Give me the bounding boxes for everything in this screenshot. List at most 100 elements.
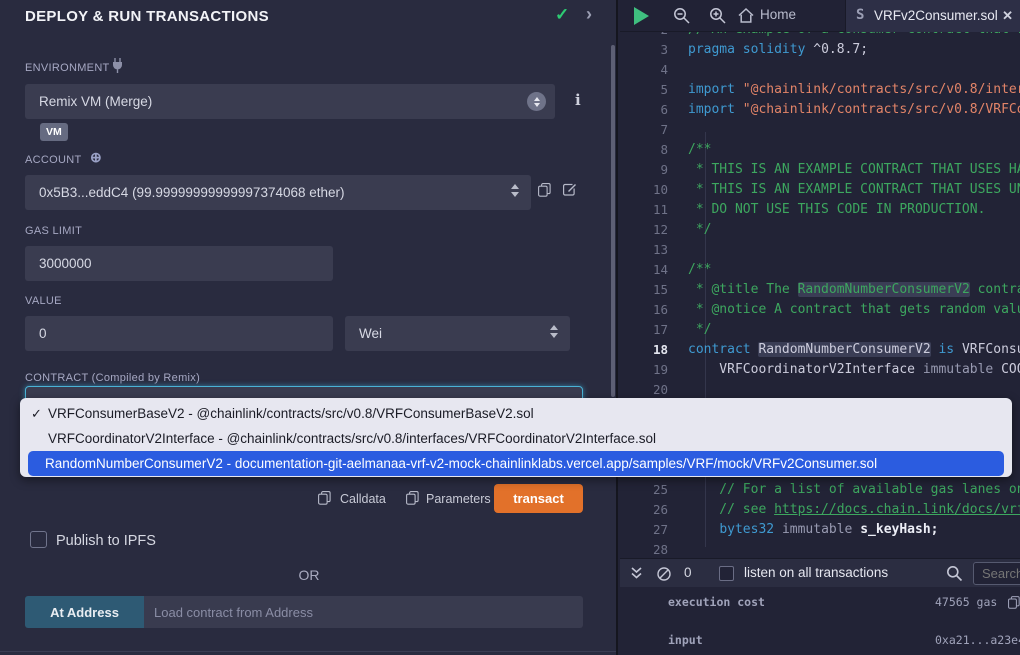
- code-line[interactable]: 17 */: [620, 320, 1020, 340]
- terminal-row-label: input: [668, 633, 703, 647]
- zoom-out-icon[interactable]: [673, 7, 691, 30]
- editor-area: Home S VRFv2Consumer.sol ✕ 2// An exampl…: [620, 0, 1020, 655]
- code-line[interactable]: 14/**: [620, 260, 1020, 280]
- copy-account-icon[interactable]: [538, 183, 551, 202]
- code-line[interactable]: 12 */: [620, 220, 1020, 240]
- run-script-play-icon[interactable]: [634, 7, 649, 25]
- code-line[interactable]: 27 bytes32 immutable s_keyHash;: [620, 520, 1020, 540]
- edit-account-icon[interactable]: [562, 182, 577, 202]
- vm-badge: VM: [40, 123, 68, 141]
- line-number: 14: [620, 260, 688, 280]
- code-line[interactable]: 15 * @title The RandomNumberConsumerV2 c…: [620, 280, 1020, 300]
- code-line[interactable]: 13: [620, 240, 1020, 260]
- terminal-search-input[interactable]: [973, 562, 1020, 585]
- code-line[interactable]: 16 * @notice A contract that gets random…: [620, 300, 1020, 320]
- close-tab-icon[interactable]: ✕: [1002, 8, 1013, 24]
- gas-limit-input[interactable]: 3000000: [25, 246, 333, 281]
- line-number: 20: [620, 380, 688, 400]
- code-line[interactable]: 6import "@chainlink/contracts/src/v0.8/V…: [620, 100, 1020, 120]
- pending-tx-count: 0: [684, 565, 692, 580]
- code-line[interactable]: 28: [620, 540, 1020, 558]
- contract-option[interactable]: RandomNumberConsumerV2 - documentation-g…: [28, 451, 1004, 476]
- gas-limit-label: GAS LIMIT: [25, 225, 82, 237]
- clear-console-icon[interactable]: [656, 566, 672, 587]
- collapse-panel-chevron-icon[interactable]: ›: [586, 4, 592, 25]
- line-number: 2: [620, 32, 688, 40]
- or-label: OR: [0, 567, 618, 583]
- code-line[interactable]: 10 * THIS IS AN EXAMPLE CONTRACT THAT US…: [620, 180, 1020, 200]
- terminal-search-icon[interactable]: [946, 565, 963, 587]
- account-select[interactable]: 0x5B3...eddC4 (99.99999999999997374068 e…: [25, 175, 531, 210]
- line-number: 9: [620, 160, 688, 180]
- contract-option-label: VRFConsumerBaseV2 - @chainlink/contracts…: [48, 406, 534, 421]
- publish-to-ipfs-label: Publish to IPFS: [56, 533, 156, 549]
- listen-all-transactions-checkbox[interactable]: [719, 566, 734, 581]
- code-line[interactable]: 9 * THIS IS AN EXAMPLE CONTRACT THAT USE…: [620, 160, 1020, 180]
- code-line[interactable]: 20: [620, 380, 1020, 400]
- contract-label-note: (Compiled by Remix): [92, 372, 200, 384]
- code-editor[interactable]: 2// An example of a consumer contract th…: [620, 32, 1020, 558]
- transact-button[interactable]: transact: [494, 484, 583, 513]
- contract-option[interactable]: VRFCoordinatorV2Interface - @chainlink/c…: [20, 426, 1012, 451]
- value-unit-stepper-icon[interactable]: [550, 325, 558, 338]
- panel-scrollbar[interactable]: [611, 45, 615, 397]
- contract-label: CONTRACT (Compiled by Remix): [25, 372, 200, 384]
- home-icon[interactable]: [737, 7, 755, 30]
- code-line[interactable]: 25 // For a list of available gas lanes …: [620, 480, 1020, 500]
- line-number: 5: [620, 80, 688, 100]
- value-input[interactable]: 0: [25, 316, 333, 351]
- terminal-row-label: execution cost: [668, 595, 765, 609]
- environment-value: Remix VM (Merge): [39, 94, 152, 109]
- code-line[interactable]: 8/**: [620, 140, 1020, 160]
- code-line[interactable]: 4: [620, 60, 1020, 80]
- tab-home[interactable]: Home: [760, 7, 796, 22]
- code-line[interactable]: 7: [620, 120, 1020, 140]
- account-select-stepper-icon[interactable]: [511, 184, 519, 197]
- add-account-icon[interactable]: ⊕: [90, 149, 102, 166]
- value-value: 0: [39, 326, 47, 341]
- contract-dropdown-list: ✓VRFConsumerBaseV2 - @chainlink/contract…: [20, 398, 1012, 477]
- value-unit-select[interactable]: Wei: [345, 316, 570, 351]
- code-line[interactable]: 18contract RandomNumberConsumerV2 is VRF…: [620, 340, 1020, 360]
- parameters-label: Parameters: [426, 492, 491, 506]
- code-line[interactable]: 19 VRFCoordinatorV2Interface immutable C…: [620, 360, 1020, 380]
- contract-option[interactable]: ✓VRFConsumerBaseV2 - @chainlink/contract…: [20, 401, 1012, 426]
- code-line[interactable]: 5import "@chainlink/contracts/src/v0.8/i…: [620, 80, 1020, 100]
- account-value: 0x5B3...eddC4 (99.99999999999997374068 e…: [39, 185, 345, 200]
- line-number: 25: [620, 480, 688, 500]
- plug-icon[interactable]: [110, 57, 125, 79]
- terminal-row: execution cost 47565 gas: [620, 595, 1020, 611]
- editor-tab-bar: Home S VRFv2Consumer.sol ✕: [620, 0, 1020, 32]
- panel-title: DEPLOY & RUN TRANSACTIONS: [25, 8, 269, 25]
- publish-to-ipfs-checkbox[interactable]: [30, 531, 47, 548]
- tab-vrfv2consumer[interactable]: S VRFv2Consumer.sol ✕: [845, 0, 1020, 32]
- value-label: VALUE: [25, 295, 62, 307]
- calldata-label: Calldata: [340, 492, 386, 506]
- copy-parameters-icon[interactable]: [406, 491, 419, 510]
- remix-ide-window: DEPLOY & RUN TRANSACTIONS ✓ › ENVIRONMEN…: [0, 0, 1020, 655]
- copy-calldata-icon[interactable]: [318, 491, 331, 510]
- environment-select-stepper-icon[interactable]: [527, 92, 546, 111]
- code-line[interactable]: 26 // see https://docs.chain.link/docs/v…: [620, 500, 1020, 520]
- environment-info-icon[interactable]: i: [575, 91, 581, 109]
- terminal-row-value: 0xa21...a23e4: [935, 633, 1020, 647]
- solidity-file-icon: S: [856, 7, 864, 23]
- environment-select[interactable]: Remix VM (Merge): [25, 84, 555, 119]
- code-line[interactable]: 2// An example of a consumer contract th…: [620, 32, 1020, 40]
- gas-limit-value: 3000000: [39, 256, 92, 271]
- at-address-button[interactable]: At Address: [25, 596, 144, 628]
- line-number: 28: [620, 540, 688, 558]
- at-address-input[interactable]: [144, 596, 583, 628]
- terminal-toolbar: 0 listen on all transactions: [620, 558, 1020, 587]
- environment-label: ENVIRONMENT: [25, 62, 110, 74]
- environment-ok-check-icon: ✓: [555, 5, 569, 25]
- code-line[interactable]: 11 * DO NOT USE THIS CODE IN PRODUCTION.: [620, 200, 1020, 220]
- terminal-log: execution cost 47565 gas input 0xa21...a23e…: [620, 587, 1020, 655]
- collapse-terminal-icon[interactable]: [630, 566, 643, 585]
- code-line[interactable]: 3pragma solidity ^0.8.7;: [620, 40, 1020, 60]
- copy-value-icon[interactable]: [1008, 596, 1020, 612]
- terminal-row-value: 47565 gas: [935, 595, 997, 609]
- deploy-run-panel: DEPLOY & RUN TRANSACTIONS ✓ › ENVIRONMEN…: [0, 0, 618, 655]
- line-number: 18: [620, 340, 688, 360]
- zoom-in-icon[interactable]: [709, 7, 727, 30]
